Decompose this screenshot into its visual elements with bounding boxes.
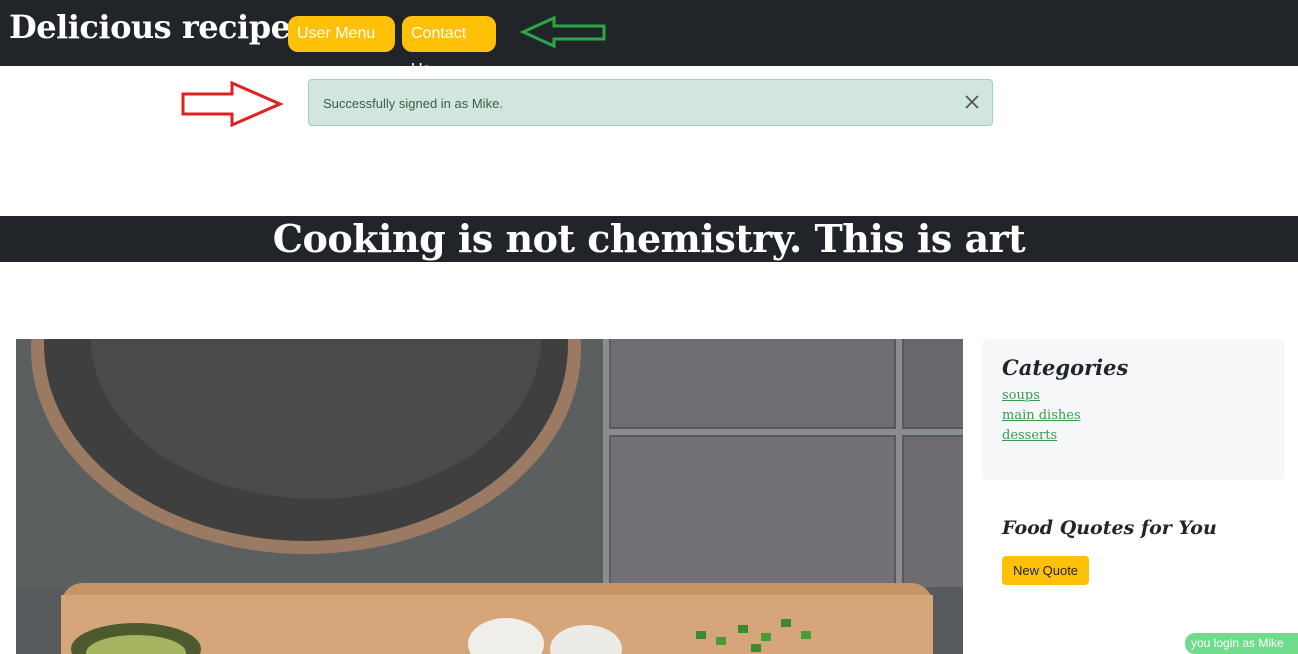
success-alert: Successfully signed in as Mike. bbox=[308, 79, 993, 126]
brand-title[interactable]: Delicious recipes bbox=[9, 8, 308, 46]
food-quotes-section: Food Quotes for You New Quote bbox=[1002, 517, 1282, 585]
categories-title: Categories bbox=[1002, 355, 1129, 380]
alert-message: Successfully signed in as Mike. bbox=[323, 96, 503, 111]
new-quote-button[interactable]: New Quote bbox=[1002, 556, 1090, 585]
category-link-desserts[interactable]: desserts bbox=[1002, 428, 1265, 443]
user-menu-label: User Menu bbox=[297, 25, 376, 42]
categories-card: Categories soups main dishes desserts bbox=[982, 339, 1285, 480]
category-link-soups[interactable]: soups bbox=[1002, 388, 1265, 403]
login-status-badge: you login as Mike bbox=[1185, 633, 1298, 654]
user-menu-button[interactable]: User Menu bbox=[288, 16, 395, 71]
caret-down-icon bbox=[304, 66, 312, 71]
top-navbar: Delicious recipes User Menu Contact Us bbox=[0, 0, 1298, 78]
green-arrow-annotation-icon bbox=[520, 15, 606, 49]
close-icon[interactable] bbox=[964, 94, 980, 110]
food-quotes-title: Food Quotes for You bbox=[1002, 517, 1217, 539]
quote-banner: Cooking is not chemistry. This is art bbox=[0, 216, 1298, 262]
contact-us-button[interactable]: Contact Us bbox=[402, 16, 496, 78]
red-arrow-annotation-icon bbox=[181, 80, 284, 128]
hero-food-image bbox=[16, 339, 963, 654]
category-link-main-dishes[interactable]: main dishes bbox=[1002, 408, 1265, 423]
